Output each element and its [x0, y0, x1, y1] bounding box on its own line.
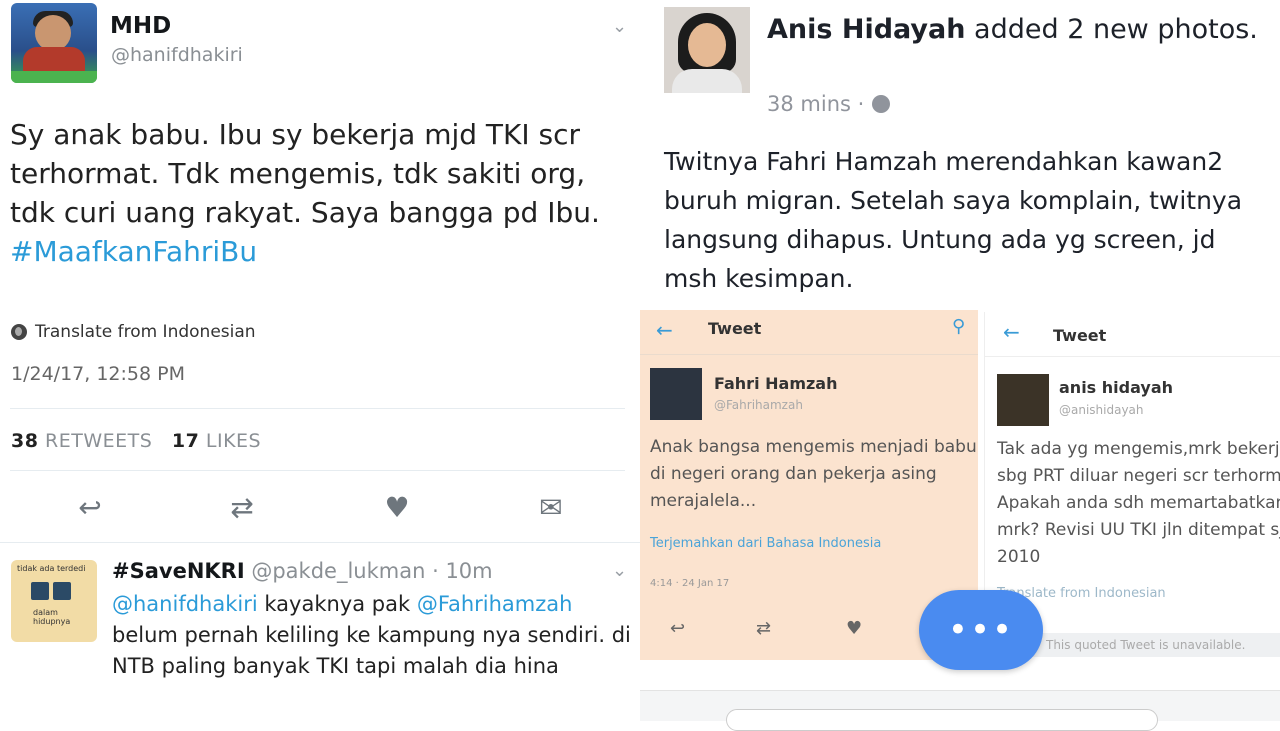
avatar-block [31, 582, 49, 600]
search-icon: ⚲ [952, 316, 966, 337]
card-author-handle: @anishidayah [1059, 403, 1144, 417]
post-text: Twitnya Fahri Hamzah merendahkan kawan2 … [664, 142, 1280, 298]
post-line: Twitnya Fahri Hamzah merendahkan kawan2 [664, 147, 1224, 176]
quoted-tweet-unavailable: This quoted Tweet is unavailable. [1030, 633, 1280, 657]
tweet-body: Sy anak babu. Ibu sy bekerja mjd TKI scr… [10, 118, 600, 229]
card-author-handle: @Fahrihamzah [714, 398, 803, 412]
translate-link[interactable]: Translate from Indonesian [11, 322, 256, 342]
post-time-label: 38 mins · [767, 92, 865, 116]
globe-icon [872, 95, 891, 113]
card-text: Tak ada yg mengemis,mrk bekerja sbg PRT … [997, 436, 1280, 571]
card-line: Anak bangsa mengemis menjadi babu [650, 437, 977, 457]
mention-link[interactable]: @Fahrihamzah [417, 592, 573, 616]
reply-header: #SaveNKRI @pakde_lukman · 10m [112, 559, 493, 583]
likes-label[interactable]: LIKES [206, 430, 261, 452]
comment-input[interactable] [726, 709, 1158, 731]
reply-icon[interactable]: ↩ [70, 488, 110, 528]
anis-small-avatar [997, 374, 1049, 426]
retweet-icon[interactable]: ⇄ [222, 488, 262, 528]
avatar-caption: tidak ada terdedi [17, 564, 86, 573]
card-line: Apakah anda sdh memartabatkan [997, 493, 1280, 513]
like-count[interactable]: 17 [172, 430, 199, 452]
retweet-icon: ⇄ [756, 618, 772, 639]
card-line: merajalela... [650, 491, 757, 511]
post-line: buruh migran. Setelah saya komplain, twi… [664, 186, 1243, 215]
card-text: Anak bangsa mengemis menjadi babu di neg… [650, 434, 978, 515]
post-line: langsung dihapus. Untung ada yg screen, … [664, 225, 1216, 254]
reply-text: @hanifdhakiri kayaknya pak @Fahrihamzah … [112, 589, 632, 682]
card-translate: Terjemahkan dari Bahasa Indonesia [650, 536, 882, 551]
card-author-name: Fahri Hamzah [714, 374, 838, 393]
heart-icon[interactable]: ♥ [377, 488, 417, 528]
card-title: Tweet [708, 319, 762, 338]
avatar-block [53, 582, 71, 600]
author-handle[interactable]: @hanifdhakiri [111, 44, 243, 66]
card-line: Tak ada yg mengemis,mrk bekerja [997, 439, 1280, 459]
post-header: Anis Hidayah added 2 new photos. [767, 11, 1267, 49]
card-title: Tweet [1053, 326, 1107, 345]
divider [10, 408, 625, 409]
back-arrow-icon: ← [656, 318, 673, 342]
reply-text-part: kayaknya pak [257, 592, 417, 616]
avatar-banner [11, 71, 97, 83]
chevron-down-icon[interactable]: ⌄ [612, 560, 627, 581]
mhd-avatar[interactable] [11, 3, 97, 83]
post-author[interactable]: Anis Hidayah [767, 14, 965, 45]
reply-text-part: belum pernah keliling ke kampung nya sen… [112, 623, 631, 678]
translate-label: Translate from Indonesian [35, 322, 256, 342]
post-line: msh kesimpan. [664, 264, 854, 293]
retweet-count[interactable]: 38 [11, 430, 38, 452]
avatar-caption: dalam hidupnya [33, 608, 71, 626]
tweet-actions: ↩ ⇄ ♥ ✉ [0, 488, 640, 528]
divider [10, 470, 625, 471]
card-line: 2010 [997, 547, 1041, 567]
reply-author-handle[interactable]: @pakde_lukman [251, 559, 425, 583]
chevron-down-icon[interactable]: ⌄ [612, 16, 627, 37]
anis-avatar[interactable] [664, 7, 750, 93]
tweet-stats: 38 RETWEETS 17 LIKES [11, 430, 261, 452]
card-line: mrk? Revisi UU TKI jln ditempat sjk [997, 520, 1280, 540]
card-line: sbg PRT diluar negeri scr terhormat. [997, 466, 1280, 486]
heart-icon: ♥ [846, 618, 863, 639]
more-options-button[interactable]: ••• [919, 590, 1043, 670]
card-topbar: ← Tweet ⚲ [640, 310, 978, 355]
mention-link[interactable]: @hanifdhakiri [112, 592, 258, 616]
avatar-body [672, 69, 742, 93]
author-name[interactable]: MHD [110, 13, 171, 39]
fahri-avatar [650, 368, 702, 420]
card-date: 4:14 · 24 Jan 17 [650, 578, 730, 589]
message-icon[interactable]: ✉ [531, 488, 571, 528]
reply-icon: ↩ [670, 618, 686, 639]
card-topbar: ← Tweet [985, 312, 1280, 357]
tweet-text: Sy anak babu. Ibu sy bekerja mjd TKI scr… [10, 115, 630, 271]
more-dots-icon: ••• [947, 610, 1015, 650]
card-line: di negeri orang dan pekerja asing [650, 464, 937, 484]
globe-icon [11, 324, 27, 340]
savenkri-avatar[interactable]: tidak ada terdedi dalam hidupnya [11, 560, 97, 642]
hashtag-link[interactable]: #MaafkanFahriBu [10, 235, 257, 268]
avatar-graphic [31, 582, 71, 600]
post-action: added 2 new photos. [965, 14, 1258, 45]
reply-time: · 10m [432, 559, 493, 583]
tweet-timestamp: 1/24/17, 12:58 PM [11, 363, 185, 385]
post-time[interactable]: 38 mins · [767, 92, 891, 116]
retweets-label[interactable]: RETWEETS [45, 430, 152, 452]
avatar-face [35, 15, 71, 51]
reply-author-name[interactable]: #SaveNKRI [112, 559, 245, 583]
back-arrow-icon: ← [1003, 320, 1020, 344]
card-author-name: anis hidayah [1059, 378, 1174, 397]
avatar-face [688, 23, 726, 67]
